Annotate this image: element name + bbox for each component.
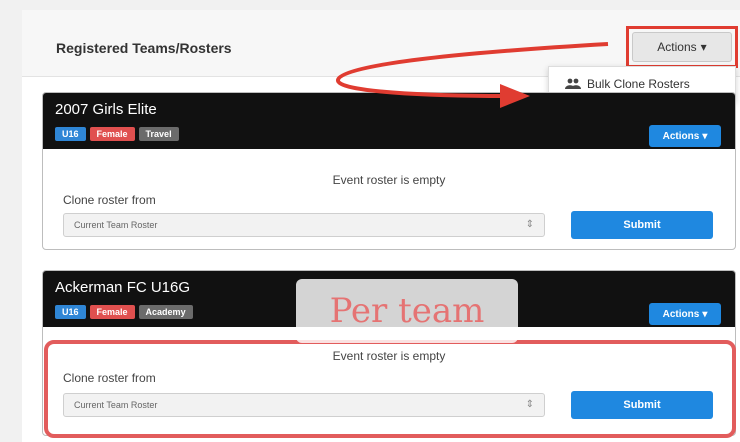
actions-highlight-box: [626, 26, 738, 68]
team-actions-button[interactable]: Actions ▾: [649, 303, 721, 325]
page-title: Registered Teams/Rosters: [56, 40, 232, 56]
team-type-badge: Academy: [138, 305, 193, 319]
users-icon: [565, 78, 581, 89]
gender-badge: Female: [89, 127, 135, 141]
chevron-down-icon: ▾: [702, 130, 708, 142]
team-actions-button[interactable]: Actions ▾: [649, 125, 721, 147]
team-name: 2007 Girls Elite: [55, 101, 157, 118]
per-team-highlight-box: [44, 340, 736, 438]
team-card: 2007 Girls Elite U16 Female Travel Actio…: [42, 92, 736, 250]
select-caret-icon: ⇕: [525, 219, 534, 230]
team-type-badge: Travel: [138, 127, 179, 141]
team-actions-label: Actions: [662, 308, 700, 320]
submit-button[interactable]: Submit: [571, 211, 713, 239]
clone-roster-label: Clone roster from: [63, 193, 156, 207]
per-team-annotation: Per team: [296, 279, 518, 343]
gender-badge: Female: [89, 305, 135, 319]
age-badge: U16: [55, 305, 86, 319]
team-name: Ackerman FC U16G: [55, 279, 191, 296]
bulk-clone-rosters-label: Bulk Clone Rosters: [587, 77, 690, 91]
chevron-down-icon: ▾: [702, 308, 708, 320]
team-actions-label: Actions: [662, 130, 700, 142]
team-tags: U16 Female Travel: [55, 127, 179, 141]
team-tags: U16 Female Academy: [55, 305, 193, 319]
team-card-header: 2007 Girls Elite U16 Female Travel Actio…: [43, 93, 735, 149]
clone-roster-select[interactable]: Current Team Roster ⇕: [63, 213, 545, 237]
age-badge: U16: [55, 127, 86, 141]
empty-roster-message: Event roster is empty: [332, 173, 446, 187]
clone-roster-select-value: Current Team Roster: [74, 220, 158, 230]
